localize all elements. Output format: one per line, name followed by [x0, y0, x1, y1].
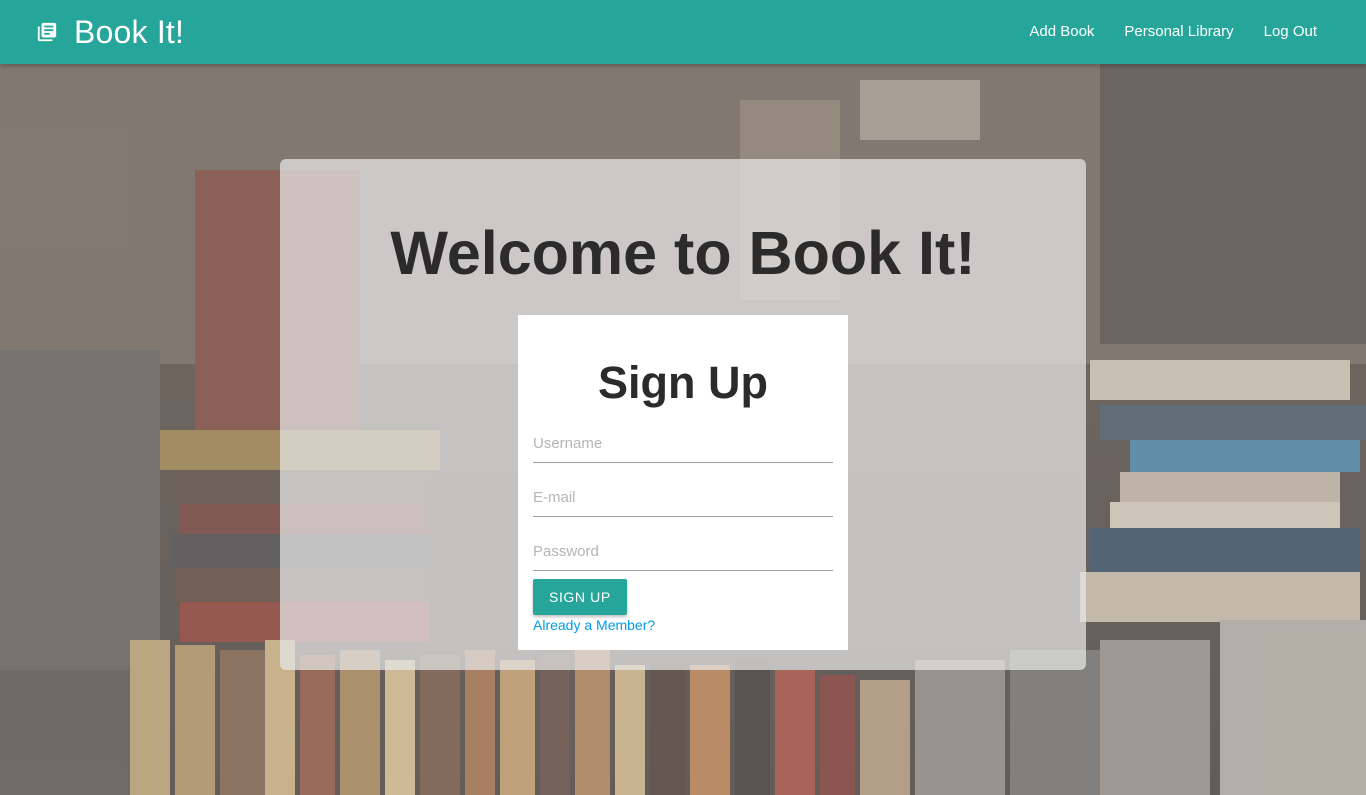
signup-card: Sign Up SIGN UP Already a Member? — [518, 315, 848, 650]
password-field[interactable] — [533, 529, 833, 571]
nav-links: Add Book Personal Library Log Out — [1014, 0, 1332, 64]
email-field[interactable] — [533, 475, 833, 517]
nav-log-out-link[interactable]: Log Out — [1249, 0, 1332, 64]
library-books-icon — [37, 22, 57, 42]
brand-name: Book It! — [74, 13, 185, 50]
brand-logo-link[interactable]: Book It! — [36, 14, 184, 51]
sign-up-button[interactable]: SIGN UP — [533, 579, 627, 615]
page-title: Welcome to Book It! — [390, 219, 976, 287]
already-member-link[interactable]: Already a Member? — [533, 617, 833, 633]
signup-title: Sign Up — [598, 357, 768, 408]
username-field[interactable] — [533, 421, 833, 463]
nav-add-book-link[interactable]: Add Book — [1014, 0, 1109, 64]
top-navbar: Book It! Add Book Personal Library Log O… — [0, 0, 1366, 64]
nav-personal-library-link[interactable]: Personal Library — [1109, 0, 1248, 64]
